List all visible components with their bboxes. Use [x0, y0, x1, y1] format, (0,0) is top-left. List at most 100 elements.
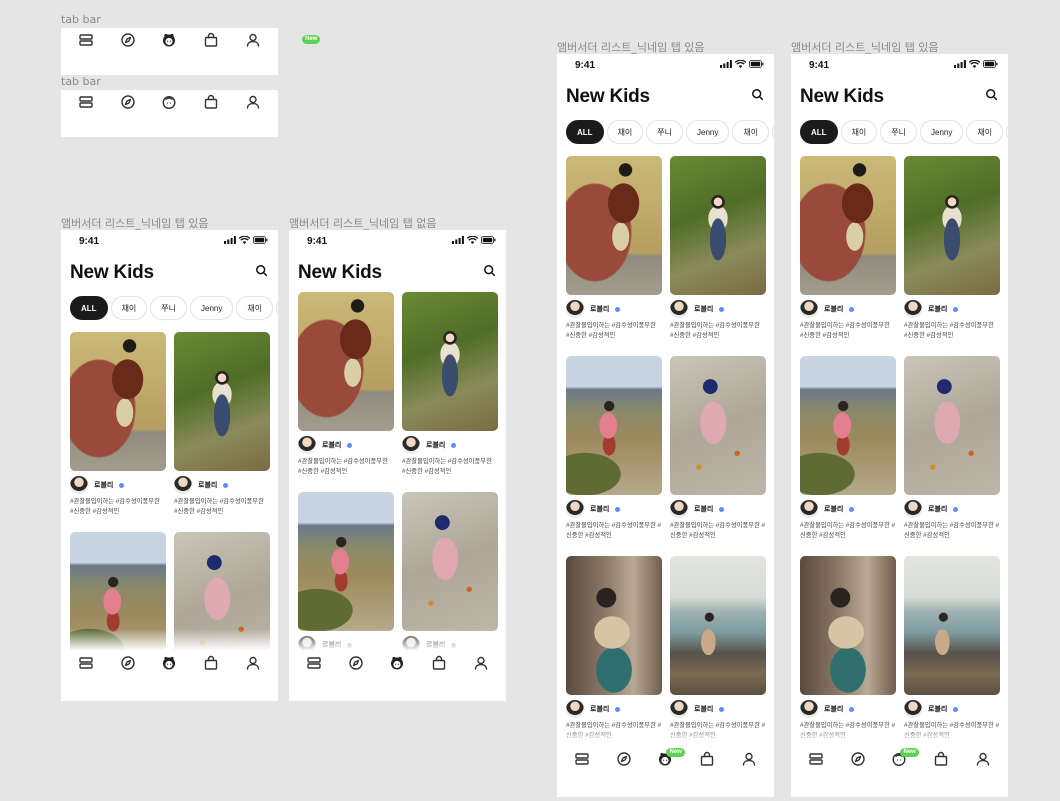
kid-photo[interactable] — [174, 332, 270, 471]
kid-card[interactable]: 로블리 #관찰몰입이하는 #감수성이풍부한 #신중한 #감성적인 — [298, 292, 394, 492]
tab-feed[interactable] — [75, 31, 97, 53]
avatar[interactable] — [566, 500, 584, 518]
chip-nickname[interactable]: Jenny — [920, 120, 964, 144]
chip-nickname[interactable]: Jenny — [190, 296, 234, 320]
tab-profile[interactable] — [470, 654, 492, 676]
tab-feed[interactable] — [75, 654, 97, 676]
tab-profile[interactable] — [242, 93, 264, 115]
search-button[interactable] — [751, 88, 764, 106]
tab-profile[interactable] — [242, 654, 264, 676]
kid-card[interactable]: 로블리 #관찰몰입이하는 #감수성이풍부한 # 신중한 #감성적인 — [566, 356, 662, 556]
kid-photo[interactable] — [670, 356, 766, 495]
tab-shopping-bag[interactable] — [428, 654, 450, 676]
chip-nickname[interactable]: 쭈니 — [150, 296, 188, 320]
tab-profile[interactable] — [972, 750, 994, 772]
kid-card[interactable]: 로블리 #관찰몰입이하는 #감수성이풍부한 #신중한 #감성적인 — [402, 292, 498, 492]
chip-nickname[interactable]: 채이 — [236, 296, 274, 320]
avatar[interactable] — [800, 300, 818, 318]
chip-nickname[interactable]: 쭈니 — [646, 120, 684, 144]
search-button[interactable] — [985, 88, 998, 106]
avatar[interactable] — [904, 300, 922, 318]
kid-photo[interactable] — [566, 356, 662, 495]
kid-photo[interactable] — [670, 556, 766, 695]
tab-feed[interactable] — [75, 93, 97, 115]
tab-feed[interactable] — [303, 654, 325, 676]
kid-photo[interactable] — [800, 356, 896, 495]
tab-profile[interactable] — [242, 31, 264, 53]
tab-bar — [61, 29, 278, 55]
kid-card[interactable]: 로블리 #관찰몰입이하는 #감수성이풍부한 # 신중한 #감성적인 — [670, 356, 766, 556]
avatar[interactable] — [904, 500, 922, 518]
tab-shopping-bag[interactable] — [200, 31, 222, 53]
avatar[interactable] — [670, 500, 688, 518]
avatar[interactable] — [566, 700, 584, 718]
kid-photo[interactable] — [566, 556, 662, 695]
kid-card[interactable]: 로블리 #관찰몰입이하는 #감수성이풍부한 #신중한 #감성적인 — [670, 156, 766, 356]
tab-kid-face[interactable] — [158, 93, 180, 115]
tab-feed[interactable] — [805, 750, 827, 772]
kid-photo[interactable] — [904, 156, 1000, 295]
chip-nickname[interactable]: 채이 — [966, 120, 1004, 144]
avatar[interactable] — [800, 700, 818, 718]
search-button[interactable] — [255, 264, 268, 282]
kid-photo[interactable] — [904, 356, 1000, 495]
kid-photo[interactable] — [298, 292, 394, 431]
tab-compass[interactable] — [345, 654, 367, 676]
tab-compass[interactable] — [613, 750, 635, 772]
search-button[interactable] — [483, 264, 496, 282]
avatar[interactable] — [800, 500, 818, 518]
kid-photo[interactable] — [402, 292, 498, 431]
kid-photo[interactable] — [298, 492, 394, 631]
tab-shopping-bag[interactable] — [200, 654, 222, 676]
chip-nickname[interactable]: 구름 — [1006, 120, 1008, 144]
avatar[interactable] — [70, 476, 88, 494]
kid-card[interactable]: 로블리 #관찰몰입이하는 #감수성이풍부한 #신중한 #감성적인 — [70, 332, 166, 532]
kid-photo[interactable] — [800, 156, 896, 295]
tab-kid-face[interactable] — [386, 654, 408, 676]
chip-nickname[interactable]: 채이 — [840, 120, 878, 144]
tab-profile[interactable] — [738, 750, 760, 772]
avatar[interactable] — [670, 300, 688, 318]
chip-nickname[interactable]: 구름 — [772, 120, 774, 144]
tab-compass[interactable] — [117, 654, 139, 676]
tab-shopping-bag[interactable] — [696, 750, 718, 772]
chip-nickname[interactable]: 채이 — [606, 120, 644, 144]
avatar[interactable] — [904, 700, 922, 718]
kid-photo[interactable] — [402, 492, 498, 631]
avatar[interactable] — [298, 436, 316, 454]
kid-card[interactable]: 로블리 #관찰몰입이하는 #감수성이풍부한 # 신중한 #감성적인 — [800, 356, 896, 556]
kid-card[interactable]: 로블리 #관찰몰입이하는 #감수성이풍부한 #신중한 #감성적인 — [566, 156, 662, 356]
kid-photo[interactable] — [800, 556, 896, 695]
kid-photo[interactable] — [670, 156, 766, 295]
avatar[interactable] — [174, 476, 192, 494]
avatar[interactable] — [566, 300, 584, 318]
kid-photo[interactable] — [904, 556, 1000, 695]
tab-feed[interactable] — [571, 750, 593, 772]
kid-photo[interactable] — [70, 332, 166, 471]
kid-card[interactable]: 로블리 #관찰몰입이하는 #감수성이풍부한 #신중한 #감성적인 — [800, 156, 896, 356]
chip-all[interactable]: ALL — [566, 120, 604, 144]
tab-kid-face[interactable]: New — [888, 748, 919, 772]
phone-frame-with-chips: 9:41New KidsALL채이쭈니Jenny채이구름로블리#관찰몰입이하는 … — [61, 230, 278, 701]
chip-all[interactable]: ALL — [70, 296, 108, 320]
tab-compass[interactable] — [117, 31, 139, 53]
tab-kid-face[interactable] — [158, 654, 180, 676]
tab-shopping-bag[interactable] — [930, 750, 952, 772]
tab-shopping-bag[interactable] — [200, 93, 222, 115]
avatar[interactable] — [402, 436, 420, 454]
tab-kid-face[interactable]: New — [654, 748, 685, 772]
chip-nickname[interactable]: Jenny — [686, 120, 730, 144]
chip-nickname[interactable]: 구름 — [276, 296, 278, 320]
kid-card[interactable]: 로블리 #관찰몰입이하는 #감수성이풍부한 # 신중한 #감성적인 — [904, 356, 1000, 556]
tab-kid-face[interactable] — [158, 31, 180, 53]
tab-compass[interactable] — [117, 93, 139, 115]
tab-compass[interactable] — [847, 750, 869, 772]
avatar[interactable] — [670, 700, 688, 718]
kid-card[interactable]: 로블리 #관찰몰입이하는 #감수성이풍부한 #신중한 #감성적인 — [904, 156, 1000, 356]
kid-card[interactable]: 로블리 #관찰몰입이하는 #감수성이풍부한 #신중한 #감성적인 — [174, 332, 270, 532]
chip-nickname[interactable]: 채이 — [110, 296, 148, 320]
chip-all[interactable]: ALL — [800, 120, 838, 144]
chip-nickname[interactable]: 채이 — [732, 120, 770, 144]
chip-nickname[interactable]: 쭈니 — [880, 120, 918, 144]
kid-photo[interactable] — [566, 156, 662, 295]
